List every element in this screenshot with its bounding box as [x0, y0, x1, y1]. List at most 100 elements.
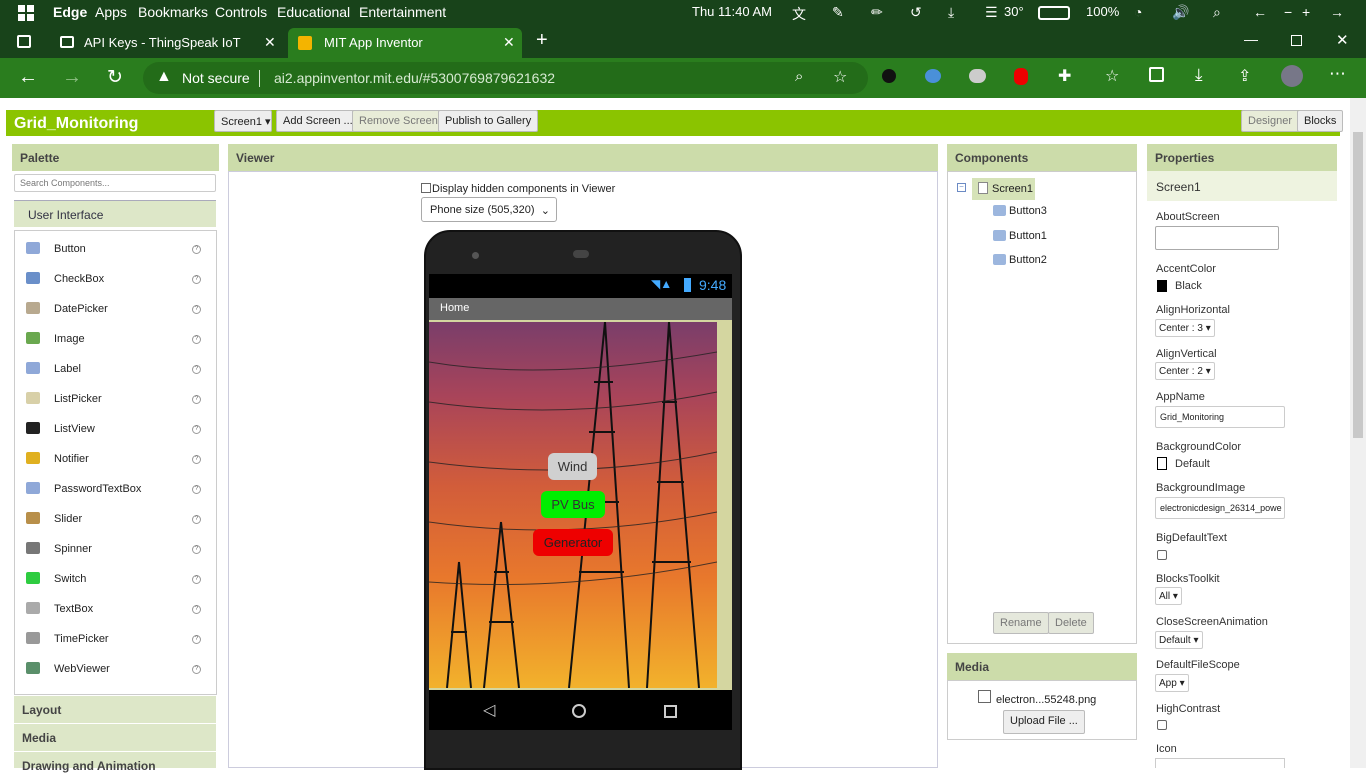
favorite-add-icon[interactable]: ☆ [833, 67, 847, 87]
about-screen-textarea[interactable] [1155, 226, 1279, 250]
download-icon[interactable]: ⤓ [948, 4, 954, 21]
forward-arrow-icon[interactable]: → [1330, 4, 1344, 20]
palette-category-user-interface[interactable]: User Interface [14, 200, 216, 227]
extension-icon-4[interactable] [1014, 68, 1028, 85]
help-icon[interactable]: ? [192, 335, 201, 344]
background-color-swatch[interactable] [1157, 457, 1167, 470]
help-icon[interactable]: ? [192, 365, 201, 374]
component-button2[interactable]: Button2 [993, 254, 1047, 266]
menu-apps[interactable]: Apps [95, 4, 127, 20]
share-icon[interactable]: ⇪ [1238, 66, 1251, 86]
menu-controls[interactable]: Controls [215, 4, 267, 20]
button-pv-bus[interactable]: PV Bus [541, 491, 605, 518]
back-arrow-icon[interactable]: ← [1253, 4, 1267, 20]
help-icon[interactable]: ? [192, 605, 201, 614]
phone-size-select[interactable]: Phone size (505,320) ⌄ [421, 197, 557, 222]
palette-category-layout[interactable]: Layout [14, 696, 216, 723]
translate-icon[interactable]: 文 [792, 4, 806, 24]
profile-avatar[interactable] [1281, 65, 1303, 87]
hidden-components-checkbox[interactable] [421, 183, 431, 193]
palette-item-passwordtextbox[interactable]: PasswordTextBox? [14, 472, 216, 502]
tab-thingspeak[interactable]: API Keys - ThingSpeak IoT ✕ [48, 28, 286, 58]
downloads-icon[interactable]: ⤓ [1195, 65, 1203, 85]
palette-item-listview[interactable]: ListView? [14, 412, 216, 442]
delete-button[interactable]: Delete [1048, 612, 1094, 634]
collections-icon[interactable] [1149, 67, 1164, 82]
help-icon[interactable]: ? [192, 425, 201, 434]
help-icon[interactable]: ? [192, 635, 201, 644]
pen-icon[interactable]: ✏ [871, 4, 883, 21]
palette-item-datepicker[interactable]: DatePicker? [14, 292, 216, 322]
palette-search-input[interactable]: Search Components... [14, 174, 216, 192]
icon-input[interactable] [1155, 758, 1285, 768]
help-icon[interactable]: ? [192, 455, 201, 464]
scrollbar-thumb[interactable] [1353, 132, 1363, 438]
align-vertical-select[interactable]: Center : 2 ▾ [1155, 362, 1215, 380]
accent-color-value[interactable]: Black [1175, 280, 1202, 292]
button-generator[interactable]: Generator [533, 529, 613, 556]
palette-item-slider[interactable]: Slider? [14, 502, 216, 532]
palette-item-notifier[interactable]: Notifier? [14, 442, 216, 472]
blocks-button[interactable]: Blocks [1297, 110, 1344, 132]
palette-category-media[interactable]: Media [14, 724, 216, 751]
component-screen1[interactable]: Screen1 [972, 178, 1035, 200]
extension-icon-3[interactable] [969, 69, 986, 83]
nav-home-icon[interactable] [572, 704, 586, 718]
wifi-icon[interactable]: ◔ [1134, 4, 1142, 20]
forward-icon[interactable]: → [62, 66, 82, 89]
tab-app-inventor[interactable]: MIT App Inventor ✕ [288, 28, 522, 58]
default-file-scope-select[interactable]: App ▾ [1155, 674, 1189, 692]
media-file-name[interactable]: electron...55248.png [996, 694, 1096, 706]
help-icon[interactable]: ? [192, 545, 201, 554]
attach-icon[interactable]: ✎ [832, 4, 844, 21]
palette-item-textbox[interactable]: TextBox? [14, 592, 216, 622]
background-image-input[interactable]: electronicdesign_26314_powe [1155, 497, 1285, 519]
blocks-toolkit-select[interactable]: All ▾ [1155, 587, 1182, 605]
back-icon[interactable]: ← [18, 66, 38, 89]
palette-item-webviewer[interactable]: WebViewer? [14, 652, 216, 682]
windows-start-icon[interactable] [18, 5, 34, 21]
screen-select[interactable]: Screen1 ▾ [214, 110, 272, 132]
high-contrast-checkbox[interactable] [1157, 720, 1167, 730]
help-icon[interactable]: ? [192, 305, 201, 314]
close-screen-animation-select[interactable]: Default ▾ [1155, 631, 1203, 649]
help-icon[interactable]: ? [192, 275, 201, 284]
palette-item-checkbox[interactable]: CheckBox? [14, 262, 216, 292]
favorites-icon[interactable]: ☆ [1105, 66, 1119, 86]
address-field[interactable]: ▲ Not secure ai2.appinventor.mit.edu/#53… [143, 62, 868, 94]
nav-back-icon[interactable]: ◁ [483, 700, 495, 720]
plus-icon[interactable]: + [1302, 4, 1310, 20]
url-text[interactable]: ai2.appinventor.mit.edu/#530076987962163… [274, 70, 555, 86]
close-icon[interactable]: ✕ [503, 34, 515, 51]
component-button3[interactable]: Button3 [993, 205, 1047, 217]
upload-file-button[interactable]: Upload File ... [1003, 710, 1085, 734]
help-icon[interactable]: ? [192, 575, 201, 584]
page-scrollbar[interactable] [1350, 98, 1366, 768]
minimize-icon[interactable]: — [1244, 31, 1258, 47]
tab-actions-icon[interactable] [17, 35, 31, 48]
close-window-icon[interactable]: ✕ [1336, 31, 1349, 49]
not-secure-label[interactable]: Not secure [182, 70, 250, 86]
minus-icon[interactable]: − [1284, 4, 1292, 20]
extension-icon-2[interactable] [925, 69, 941, 83]
add-screen-button[interactable]: Add Screen ... [276, 110, 360, 132]
warning-icon[interactable]: ▲ [156, 68, 172, 86]
help-icon[interactable]: ? [192, 485, 201, 494]
extensions-puzzle-icon[interactable]: ✚ [1058, 66, 1071, 86]
zoom-icon[interactable]: ⌕ [795, 68, 803, 85]
rename-button[interactable]: Rename [993, 612, 1049, 634]
remove-screen-button[interactable]: Remove Screen [352, 110, 445, 132]
accent-color-swatch[interactable] [1157, 280, 1167, 292]
help-icon[interactable]: ? [192, 395, 201, 404]
nav-recents-icon[interactable] [664, 705, 677, 718]
palette-item-image[interactable]: Image? [14, 322, 216, 352]
history-icon[interactable]: ↺ [910, 4, 922, 21]
menu-bookmarks[interactable]: Bookmarks [138, 4, 208, 20]
menu-entertainment[interactable]: Entertainment [359, 4, 446, 20]
palette-category-drawing[interactable]: Drawing and Animation [14, 752, 216, 773]
menu-educational[interactable]: Educational [277, 4, 350, 20]
extension-icon-1[interactable] [882, 69, 896, 83]
component-button1[interactable]: Button1 [993, 230, 1047, 242]
restore-icon[interactable] [1291, 35, 1302, 46]
search-icon[interactable]: ⌕ [1213, 4, 1221, 21]
